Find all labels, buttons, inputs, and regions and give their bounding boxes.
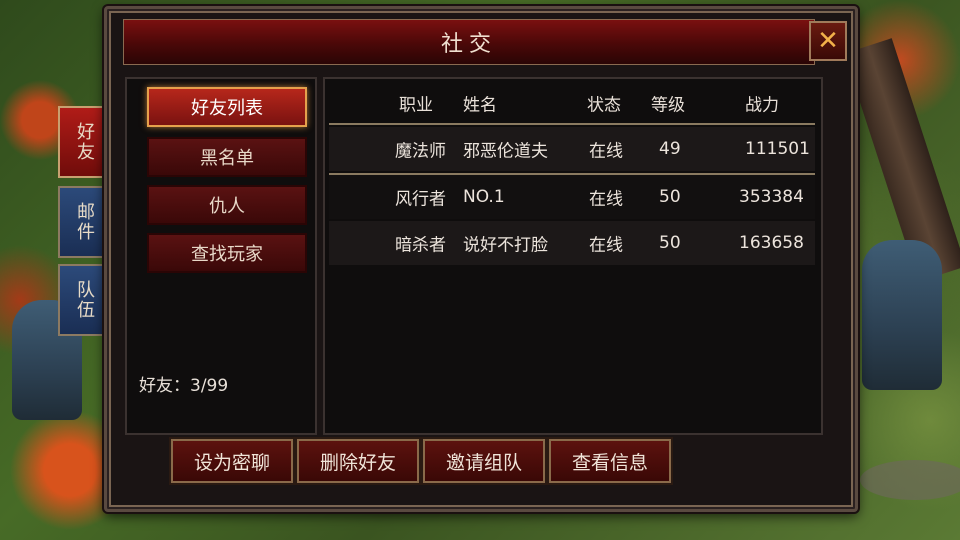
side-tab-label: 好友	[74, 122, 95, 162]
nav-enemies[interactable]: 仇人	[147, 185, 307, 225]
header-level: 等级	[651, 95, 685, 116]
background-character	[862, 240, 942, 390]
cell-power: 353384	[739, 187, 804, 207]
table-row[interactable]: 暗杀者 说好不打脸 在线 50 163658	[329, 221, 815, 265]
nav-friend-list[interactable]: 好友列表	[147, 87, 307, 127]
cell-name: NO.1	[463, 187, 505, 207]
header-name: 姓名	[463, 95, 497, 116]
cell-status: 在线	[589, 141, 623, 162]
cell-status: 在线	[589, 235, 623, 256]
set-private-chat-button[interactable]: 设为密聊	[169, 437, 295, 485]
table-row[interactable]: 魔法师 邪恶伦道夫 在线 49 111501	[329, 127, 815, 171]
friend-count: 好友：3/99	[139, 376, 229, 396]
cell-job: 暗杀者	[395, 235, 446, 256]
background-rock	[860, 460, 960, 500]
cell-level: 49	[659, 139, 681, 159]
invite-team-button[interactable]: 邀请组队	[421, 437, 547, 485]
side-tab-label: 队伍	[74, 280, 95, 320]
header-job: 职业	[399, 95, 433, 116]
window-title: 社交	[440, 32, 497, 57]
side-tab-friends[interactable]: 好友	[58, 106, 108, 178]
cell-name: 说好不打脸	[463, 235, 548, 256]
side-tab-mail[interactable]: 邮件	[58, 186, 108, 258]
cell-status: 在线	[589, 189, 623, 210]
cell-level: 50	[659, 233, 681, 253]
header-divider	[329, 123, 815, 125]
header-power: 战力	[745, 95, 779, 116]
cell-job: 魔法师	[395, 141, 446, 162]
nav-blacklist[interactable]: 黑名单	[147, 137, 307, 177]
delete-friend-button[interactable]: 删除好友	[295, 437, 421, 485]
side-tab-team[interactable]: 队伍	[58, 264, 108, 336]
cell-level: 50	[659, 187, 681, 207]
close-icon: ✕	[817, 26, 839, 56]
view-info-button[interactable]: 查看信息	[547, 437, 673, 485]
side-tab-label: 邮件	[74, 202, 95, 242]
table-header: 职业 姓名 状态 等级 战力	[325, 83, 821, 123]
nav-find-player[interactable]: 查找玩家	[147, 233, 307, 273]
title-bar: 社交	[123, 19, 815, 65]
close-button[interactable]: ✕	[809, 21, 847, 61]
cell-job: 风行者	[395, 189, 446, 210]
friend-table: 职业 姓名 状态 等级 战力 魔法师 邪恶伦道夫 在线 49 111501 风行…	[323, 77, 823, 435]
cell-power: 163658	[739, 233, 804, 253]
cell-name: 邪恶伦道夫	[463, 141, 548, 162]
social-panel: 社交 ✕ 好友列表 黑名单 仇人 查找玩家 好友：3/99 职业 姓名 状态 等…	[104, 6, 858, 512]
nav-panel: 好友列表 黑名单 仇人 查找玩家 好友：3/99	[125, 77, 317, 435]
table-row[interactable]: 风行者 NO.1 在线 50 353384	[329, 175, 815, 219]
header-status: 状态	[587, 95, 621, 116]
cell-power: 111501	[745, 139, 810, 159]
